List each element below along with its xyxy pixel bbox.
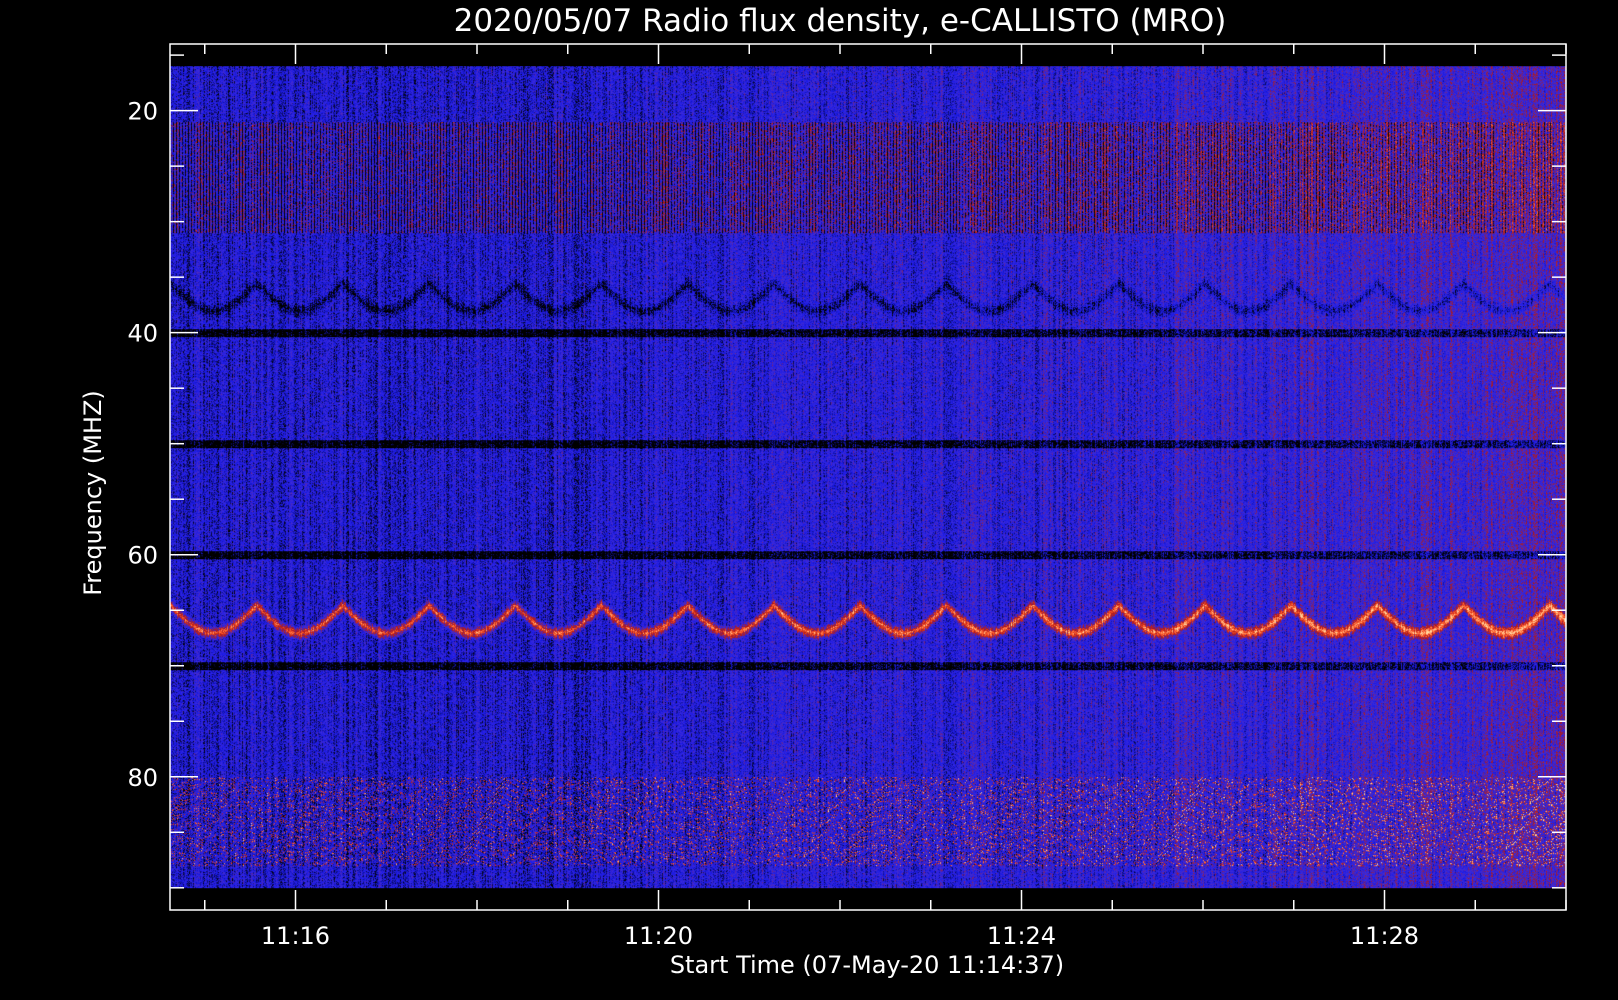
x-tick-label: 11:20 [624, 922, 693, 950]
y-tick-label: 20 [127, 98, 158, 126]
x-tick-label: 11:28 [1350, 922, 1419, 950]
y-tick-label: 80 [127, 764, 158, 792]
x-tick-label: 11:24 [987, 922, 1056, 950]
y-tick-label: 60 [127, 542, 158, 570]
x-axis-label: Start Time (07-May-20 11:14:37) [670, 951, 1064, 979]
x-tick-label: 11:16 [261, 922, 330, 950]
spectrogram-heatmap [169, 66, 1566, 889]
y-axis-label: Frequency (MHZ) [79, 390, 107, 596]
spectrogram-chart: 2020/05/07 Radio flux density, e-CALLIST… [79, 3, 1567, 979]
chart-title: 2020/05/07 Radio flux density, e-CALLIST… [454, 3, 1227, 39]
y-tick-label: 40 [127, 320, 158, 348]
spectrogram-image [169, 66, 1566, 889]
